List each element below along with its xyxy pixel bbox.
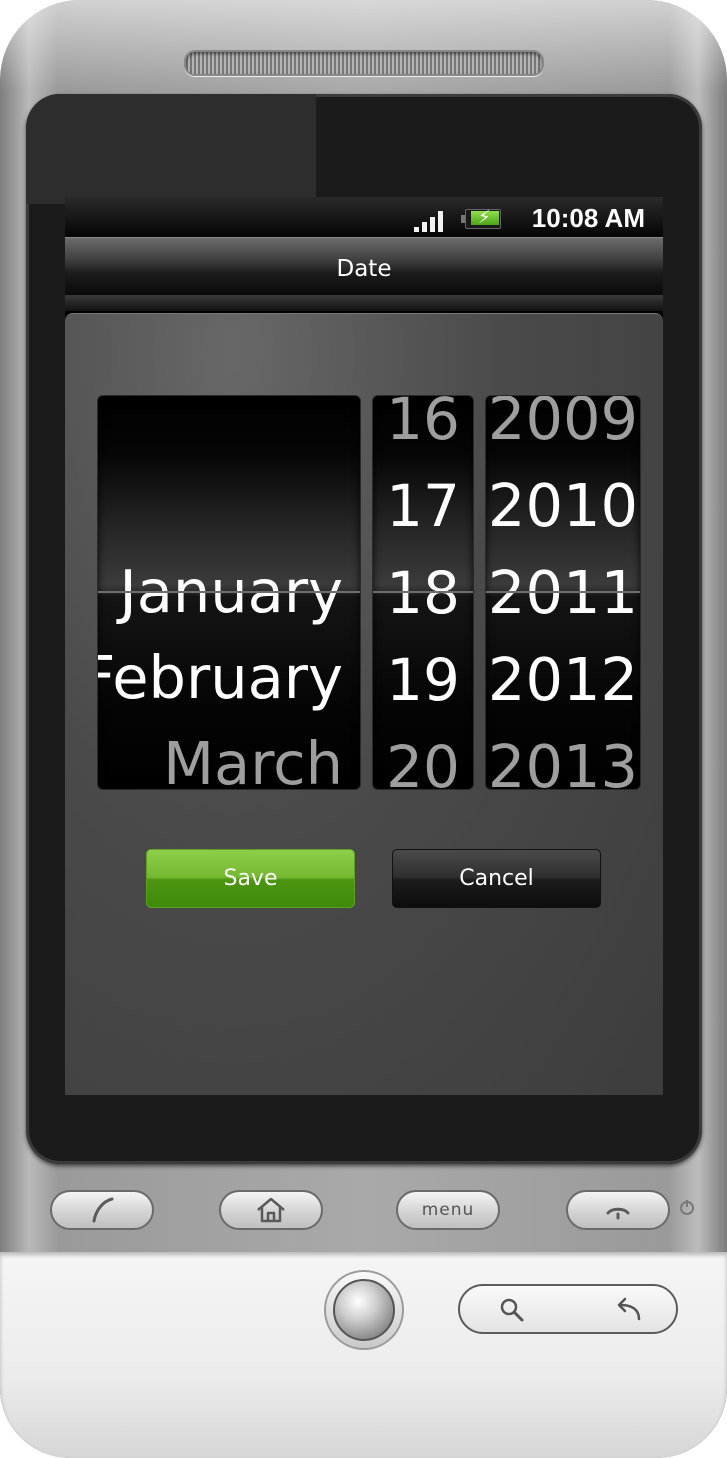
year-item[interactable]: 2009 [486,396,640,463]
menu-key[interactable]: menu [396,1190,500,1230]
status-bar: ⚡ 10:08 AM [65,197,663,237]
end-call-icon [606,1207,630,1220]
menu-key-label: menu [421,1200,475,1220]
search-icon [500,1298,524,1322]
home-key[interactable] [219,1190,323,1230]
bezel-gloss [26,94,316,204]
back-arrow-icon [617,1297,641,1321]
search-key[interactable] [492,1294,532,1326]
selection-line [486,591,640,593]
month-item[interactable]: February [98,634,343,722]
signal-bars-icon [414,210,444,232]
back-key[interactable] [608,1294,648,1326]
day-item-selected[interactable]: 18 [373,549,473,637]
selection-line [373,591,473,593]
year-item[interactable]: 2012 [486,636,640,724]
day-item[interactable]: 19 [373,636,473,724]
cancel-button[interactable]: Cancel [392,849,601,908]
save-button[interactable]: Save [146,849,355,908]
month-item[interactable]: March [163,720,343,789]
status-time: 10:08 AM [531,203,645,233]
device-screen: ⚡ 10:08 AM Date January February March 1… [65,197,663,1095]
battery-charging-icon: ⚡ [461,208,501,229]
home-icon [257,1197,285,1223]
day-item[interactable]: 16 [373,396,473,463]
phone-shine [0,0,727,90]
year-wheel[interactable]: 2009 2010 2011 2012 2013 [485,395,641,790]
day-wheel[interactable]: 16 17 18 19 20 [372,395,474,790]
phone-call-icon [92,1197,114,1223]
title-bar-divider [65,295,663,311]
year-item-selected[interactable]: 2011 [486,549,640,637]
earpiece-speaker [184,50,544,76]
year-item[interactable]: 2010 [486,462,640,550]
trackball-ring [324,1270,404,1350]
day-item[interactable]: 20 [373,723,473,789]
call-key[interactable] [50,1190,154,1230]
phone-frame: ⚡ 10:08 AM Date January February March 1… [0,0,727,1458]
search-back-key-pill [458,1284,678,1334]
end-call-key[interactable] [566,1190,670,1230]
power-icon [680,1200,694,1215]
dialog-title: Date [336,256,392,282]
dialog-title-bar: Date [65,237,663,296]
month-wheel[interactable]: January February March [97,395,361,790]
day-item[interactable]: 17 [373,462,473,550]
trackball[interactable] [333,1279,395,1341]
selection-line [98,591,360,593]
year-item[interactable]: 2013 [486,723,640,789]
date-picker-dialog: January February March 16 17 18 19 20 20… [65,313,663,1095]
